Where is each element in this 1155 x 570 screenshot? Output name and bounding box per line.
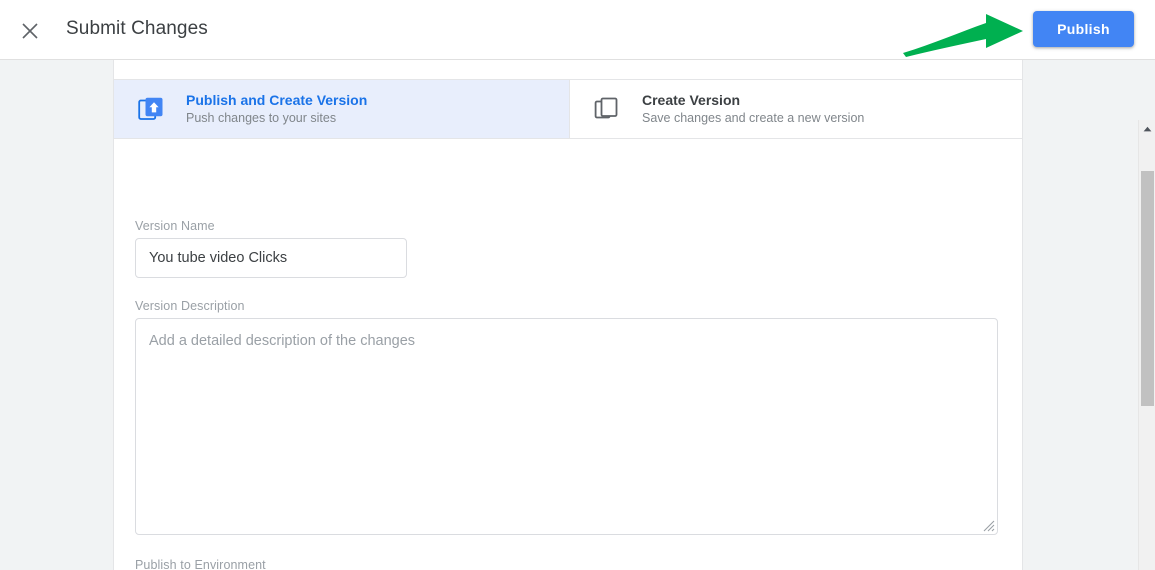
- tab-subtitle: Save changes and create a new version: [642, 111, 865, 125]
- version-name-label: Version Name: [135, 219, 215, 233]
- scroll-up-arrow-icon[interactable]: [1139, 120, 1155, 137]
- copy-version-icon: [592, 94, 622, 124]
- tab-title: Create Version: [642, 92, 741, 108]
- vertical-scrollbar[interactable]: [1138, 120, 1155, 570]
- version-description-label: Version Description: [135, 299, 245, 313]
- tab-title: Publish and Create Version: [186, 92, 368, 108]
- annotation-arrow-icon: [903, 14, 1023, 57]
- tab-publish-and-create-version[interactable]: Publish and Create Version Push changes …: [114, 80, 569, 138]
- close-icon[interactable]: [16, 17, 44, 45]
- publish-button[interactable]: Publish: [1033, 11, 1134, 47]
- page-title: Submit Changes: [66, 18, 208, 39]
- mode-tab-group: Publish and Create Version Push changes …: [114, 79, 1022, 139]
- submit-changes-dialog: Submit Changes Publish Publish and Creat…: [0, 0, 1155, 570]
- scrollbar-thumb[interactable]: [1141, 171, 1154, 406]
- publish-upload-icon: [136, 94, 166, 124]
- tab-create-version[interactable]: Create Version Save changes and create a…: [569, 80, 1022, 138]
- tab-subtitle: Push changes to your sites: [186, 111, 337, 125]
- version-description-input[interactable]: [135, 318, 998, 535]
- publish-to-environment-label: Publish to Environment: [135, 558, 266, 570]
- dialog-body: Publish and Create Version Push changes …: [0, 60, 1155, 570]
- version-name-input[interactable]: [135, 238, 407, 278]
- dialog-header: Submit Changes Publish: [0, 0, 1155, 60]
